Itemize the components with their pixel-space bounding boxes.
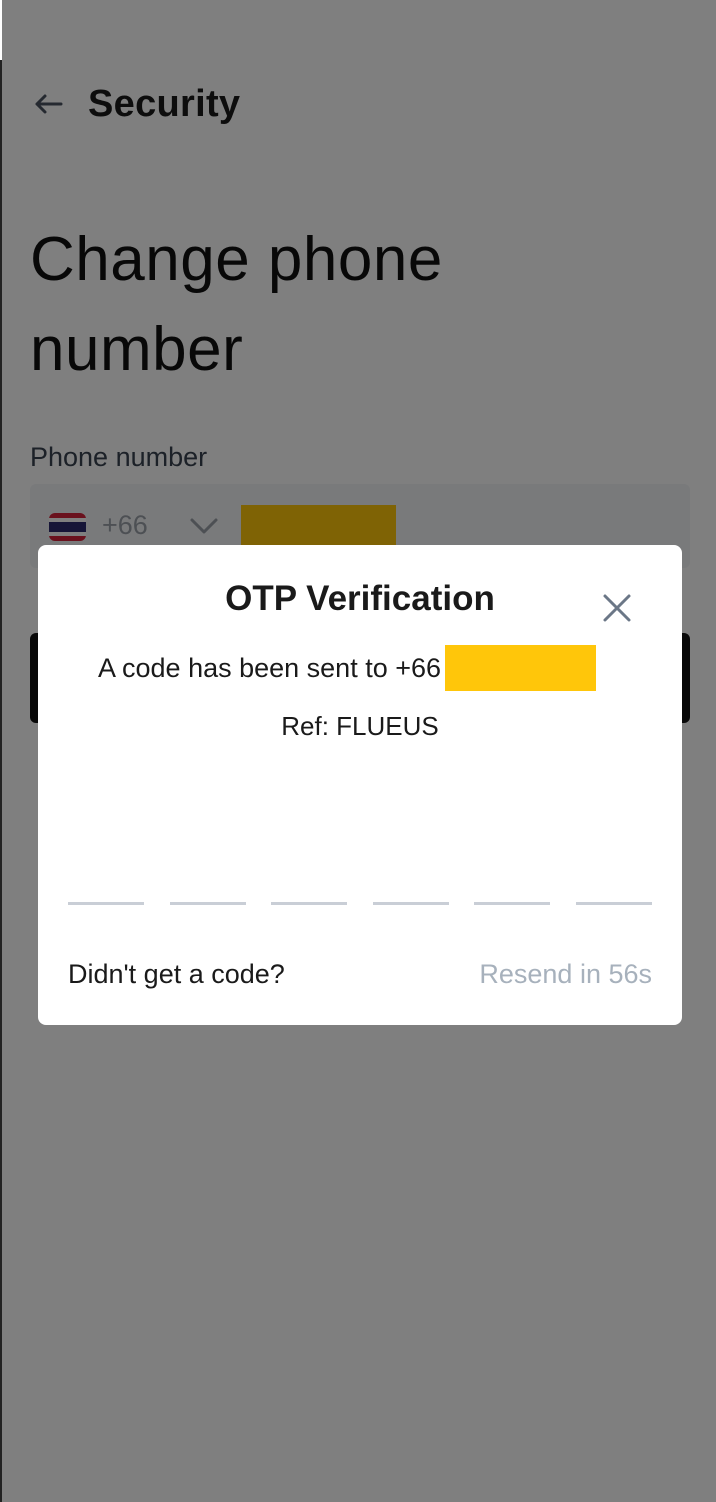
code-sent-row: A code has been sent to +66 [98,645,597,691]
reference-code: Ref: FLUEUS [281,711,439,741]
otp-digit-input[interactable] [372,845,449,905]
otp-digit-input[interactable] [575,845,652,905]
code-sent-text: A code has been sent to +66 [98,652,442,683]
otp-digit-input[interactable] [169,845,246,905]
otp-input-group [68,845,652,905]
close-icon[interactable] [602,593,632,623]
otp-digit-input[interactable] [271,845,348,905]
modal-title: OTP Verification [225,579,495,618]
otp-modal: OTP Verification A code has been sent to… [38,545,682,1025]
didnt-get-code-text: Didn't get a code? [68,959,285,989]
redacted-phone-number [445,645,597,691]
otp-digit-input[interactable] [68,845,144,905]
otp-digit-input[interactable] [474,845,551,905]
resend-countdown[interactable]: Resend in 56s [479,959,652,990]
